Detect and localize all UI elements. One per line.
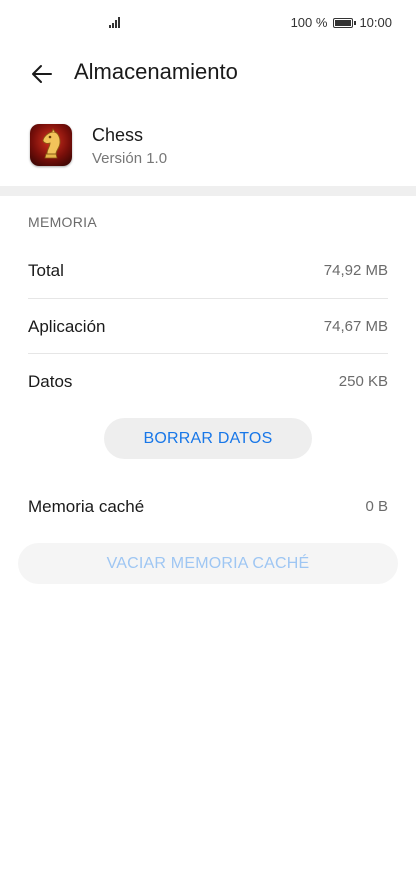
- row-value: 74,67 MB: [323, 318, 388, 335]
- row-value: 74,92 MB: [323, 262, 388, 279]
- clear-data-button[interactable]: BORRAR DATOS: [104, 418, 312, 459]
- cache-row: Memoria caché 0 B: [28, 479, 388, 534]
- row-value: 250 KB: [338, 373, 388, 390]
- app-name: Chess: [92, 125, 144, 145]
- row-label: Aplicación: [28, 316, 106, 336]
- row-value: 0 B: [365, 498, 388, 515]
- row-label: Datos: [28, 371, 73, 391]
- row-label: Total: [28, 260, 64, 280]
- status-right: 100 % 10:00: [291, 15, 392, 30]
- clear-cache-button[interactable]: VACIAR MEMORIA CACHÉ: [18, 543, 398, 584]
- signal-icon: [109, 16, 123, 28]
- battery-percent: 100 %: [290, 15, 328, 30]
- back-button[interactable]: [28, 60, 56, 88]
- app-header: Chess Versión 1.0: [0, 116, 416, 176]
- page-title: Almacenamiento: [74, 59, 238, 84]
- app-version: Versión 1.0: [92, 150, 168, 167]
- arrow-left-icon: [32, 65, 52, 83]
- memory-row-app: Aplicación 74,67 MB: [28, 299, 388, 354]
- app-bar: Almacenamiento: [0, 46, 416, 102]
- section-divider: [0, 186, 416, 196]
- row-label: Memoria caché: [28, 496, 145, 516]
- battery-icon: [333, 17, 357, 28]
- memory-row-data: Datos 250 KB: [28, 354, 388, 409]
- status-bar: 100 % 10:00: [0, 0, 416, 46]
- chess-knight-app-icon: [30, 124, 72, 166]
- memory-section-label: MEMORIA: [28, 214, 97, 230]
- memory-row-total: Total 74,92 MB: [28, 243, 388, 298]
- clock: 10:00: [359, 15, 392, 30]
